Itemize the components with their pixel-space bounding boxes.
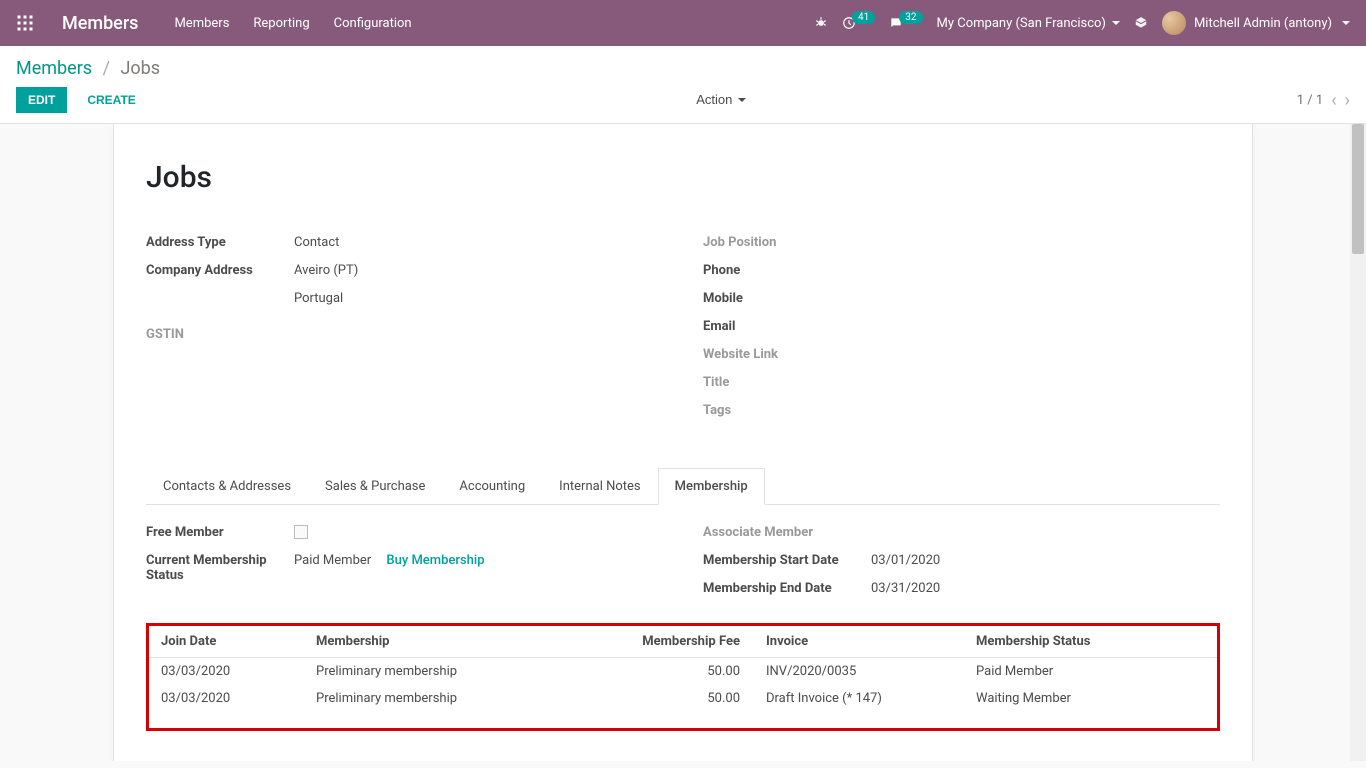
left-column: Address Type Contact Company Address Ave… [146,235,663,431]
status-label: Current Membership Status [146,553,294,583]
right-column: Job Position Phone Mobile Email Website … [703,235,1220,431]
sheet-scroll[interactable]: Jobs Address Type Contact Company Addres… [0,124,1366,761]
cell-invoice: Draft Invoice (* 147) [754,685,964,712]
buy-membership-button[interactable]: Buy Membership [386,553,484,568]
tab-content-membership: Free Member Current Membership Status Pa… [146,505,1220,751]
chevron-down-icon [738,98,746,102]
chevron-down-icon [1112,21,1120,25]
tags-label: Tags [703,403,851,425]
top-navbar: Members Members Reporting Configuration … [0,0,1366,46]
free-member-checkbox[interactable] [294,525,308,539]
pager: 1 / 1 ‹ › [1297,90,1350,111]
title-label: Title [703,375,851,397]
cell-fee: 50.00 [614,685,754,712]
cell-membership: Preliminary membership [304,658,614,686]
end-date-label: Membership End Date [703,581,871,603]
action-dropdown[interactable]: Action [696,92,746,107]
activity-icon[interactable]: 41 [842,16,875,30]
col-status[interactable]: Membership Status [964,628,1217,658]
tab-notes[interactable]: Internal Notes [542,468,657,505]
membership-right: Associate Member Membership Start Date 0… [703,525,1220,609]
page-title: Jobs [146,160,1220,195]
cell-invoice: INV/2020/0035 [754,658,964,686]
discuss-badge: 32 [899,11,922,24]
membership-table: Join Date Membership Membership Fee Invo… [149,628,1217,712]
tab-contacts[interactable]: Contacts & Addresses [146,468,308,505]
col-membership[interactable]: Membership [304,628,614,658]
col-invoice[interactable]: Invoice [754,628,964,658]
control-panel: Members / Jobs EDIT CREATE Action 1 / 1 … [0,46,1366,124]
company-switcher[interactable]: My Company (San Francisco) [937,16,1120,31]
tab-sales[interactable]: Sales & Purchase [308,468,442,505]
form-sheet: Jobs Address Type Contact Company Addres… [113,124,1253,761]
breadcrumb-sep: / [103,58,110,79]
cell-status: Paid Member [964,658,1217,686]
free-member-label: Free Member [146,525,294,547]
support-icon[interactable] [1134,16,1148,30]
tab-membership[interactable]: Membership [658,468,765,505]
table-row[interactable]: 03/03/2020Preliminary membership50.00Dra… [149,685,1217,712]
activity-badge: 41 [852,11,875,24]
app-brand[interactable]: Members [62,13,138,34]
tab-accounting[interactable]: Accounting [442,468,542,505]
user-menu[interactable]: Mitchell Admin (antony) [1162,11,1350,35]
user-name: Mitchell Admin (antony) [1194,16,1332,31]
pager-prev[interactable]: ‹ [1331,90,1336,111]
pager-next[interactable]: › [1345,90,1350,111]
menu-reporting[interactable]: Reporting [253,16,309,31]
col-join[interactable]: Join Date [149,628,304,658]
breadcrumb-root[interactable]: Members [16,58,92,79]
company-address-line2: Portugal [294,291,343,313]
gstin-label: GSTIN [146,327,294,349]
phone-label: Phone [703,263,851,285]
chevron-down-icon [1342,21,1350,25]
apps-icon[interactable] [16,14,34,32]
col-fee[interactable]: Membership Fee [614,628,754,658]
cell-membership: Preliminary membership [304,685,614,712]
breadcrumb: Members / Jobs [16,54,1350,87]
avatar [1162,11,1186,35]
table-row[interactable]: 03/03/2020Preliminary membership50.00INV… [149,658,1217,686]
membership-table-highlight: Join Date Membership Membership Fee Invo… [146,623,1220,731]
mobile-label: Mobile [703,291,851,313]
start-date-label: Membership Start Date [703,553,871,575]
membership-left: Free Member Current Membership Status Pa… [146,525,663,609]
empty-label [146,291,294,313]
cell-fee: 50.00 [614,658,754,686]
action-label: Action [696,92,732,107]
cell-join: 03/03/2020 [149,685,304,712]
controls-row: EDIT CREATE Action 1 / 1 ‹ › [16,87,1350,123]
start-date-value: 03/01/2020 [871,553,940,575]
address-type-value: Contact [294,235,339,257]
debug-icon[interactable] [814,16,828,30]
scrollbar-thumb[interactable] [1352,124,1364,254]
email-label: Email [703,319,851,341]
cell-join: 03/03/2020 [149,658,304,686]
discuss-icon[interactable]: 32 [889,16,922,30]
job-position-label: Job Position [703,235,851,257]
breadcrumb-current: Jobs [120,58,160,79]
pager-text: 1 / 1 [1297,93,1323,108]
cell-status: Waiting Member [964,685,1217,712]
assoc-member-label: Associate Member [703,525,871,547]
status-value: Paid Member [294,553,371,568]
tabs: Contacts & Addresses Sales & Purchase Ac… [146,467,1220,505]
main-menu: Members Reporting Configuration [174,16,411,31]
navbar-right: 41 32 My Company (San Francisco) Mitchel… [814,11,1350,35]
address-type-label: Address Type [146,235,294,257]
company-address-line1: Aveiro (PT) [294,263,358,285]
create-button[interactable]: CREATE [77,87,145,113]
menu-configuration[interactable]: Configuration [334,16,412,31]
scrollbar[interactable] [1350,124,1366,761]
company-address-label: Company Address [146,263,294,285]
website-label: Website Link [703,347,851,369]
end-date-value: 03/31/2020 [871,581,940,603]
field-columns: Address Type Contact Company Address Ave… [146,235,1220,431]
menu-members[interactable]: Members [174,16,229,31]
edit-button[interactable]: EDIT [16,87,67,113]
company-name: My Company (San Francisco) [937,16,1106,31]
